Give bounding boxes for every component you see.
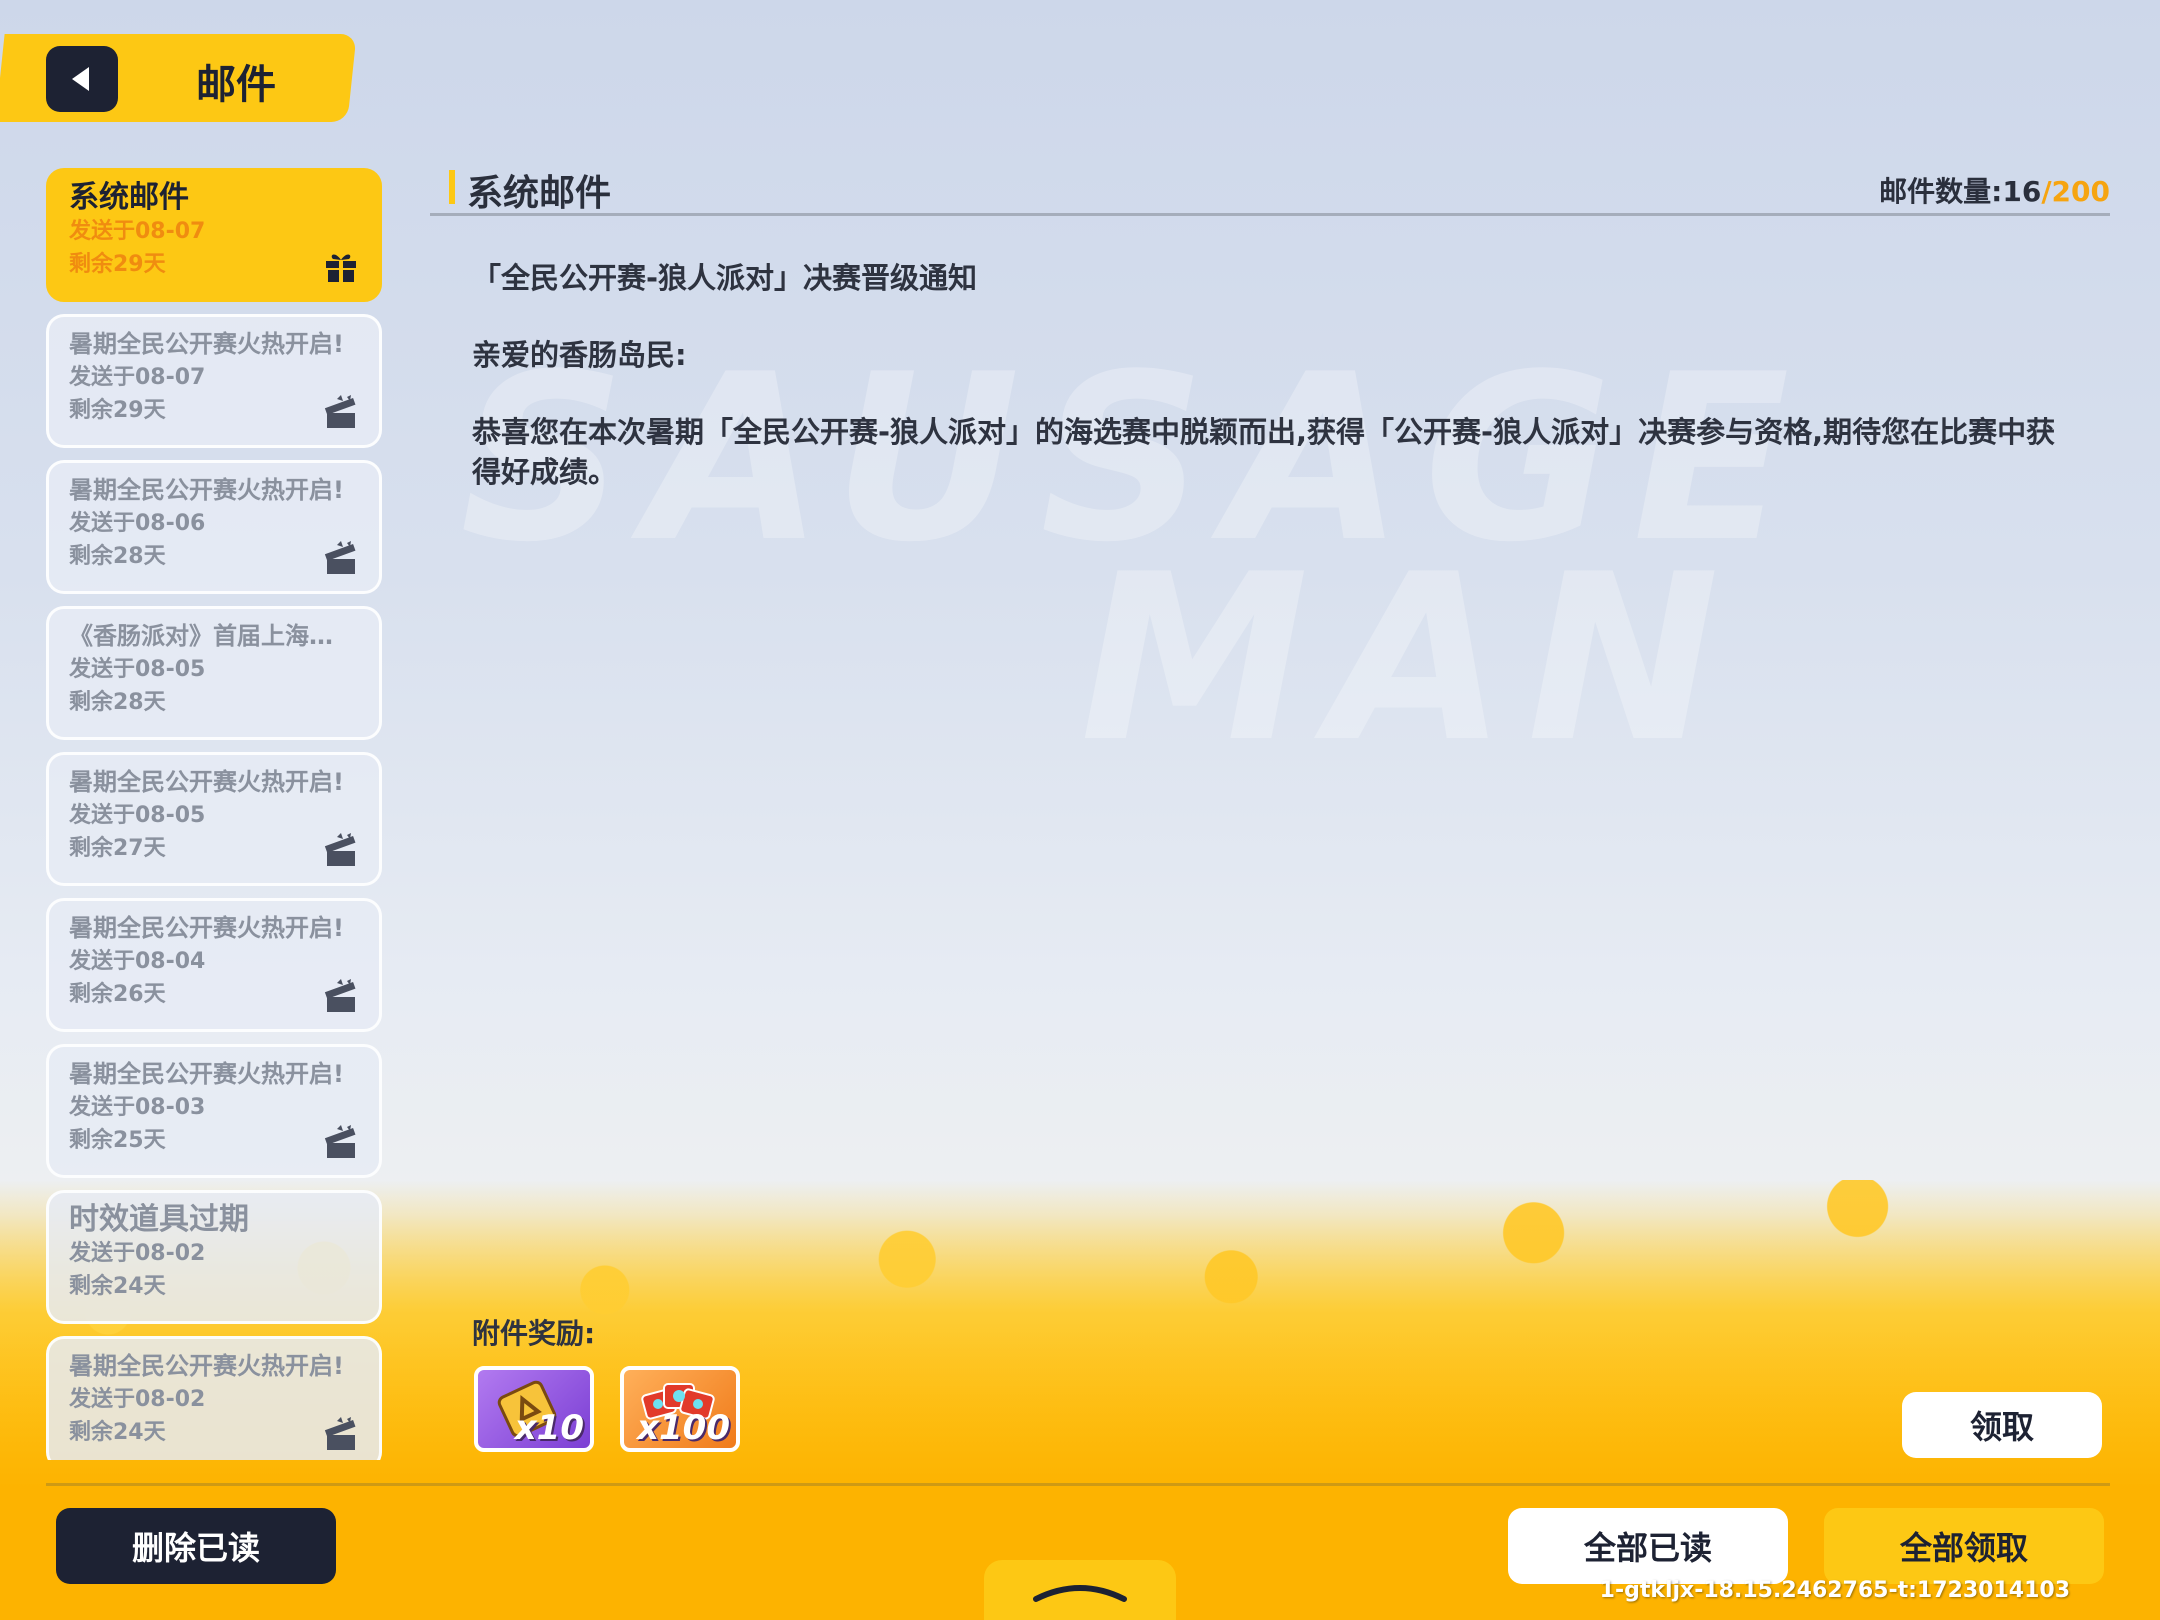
mail-list-item[interactable]: 暑期全民公开赛火热开启! 发送于08-06 剩余28天 [46, 460, 382, 594]
back-button[interactable] [46, 46, 118, 112]
watermark-line-2: MAN [1080, 526, 1740, 793]
mail-list-item[interactable]: 暑期全民公开赛火热开启! 发送于08-07 剩余29天 [46, 314, 382, 448]
mail-item-title: 时效道具过期 [69, 1203, 249, 1237]
mail-subject: 「全民公开赛-狼人派对」决赛晋级通知 [472, 261, 978, 295]
gift-opened-icon [324, 833, 356, 866]
reward-qty: x100 [637, 1408, 730, 1448]
mail-count: 邮件数量:16/200 [1879, 170, 2110, 210]
mail-item-date: 发送于08-07 [69, 365, 206, 390]
claim-button[interactable]: 领取 [1902, 1392, 2102, 1458]
mail-item-remaining: 剩余25天 [69, 1128, 166, 1153]
content-title-accent [449, 170, 455, 204]
mail-item-title: 暑期全民公开赛火热开启! [69, 768, 344, 796]
mail-item-title: 《香肠派对》首届上海… [69, 622, 333, 650]
mail-list-item[interactable]: 暑期全民公开赛火热开启! 发送于08-05 剩余27天 [46, 752, 382, 886]
mail-list-item[interactable]: 暑期全民公开赛火热开启! 发送于08-04 剩余26天 [46, 898, 382, 1032]
reward-item-ticket[interactable]: x10 [474, 1366, 594, 1452]
mail-item-date: 发送于08-06 [69, 511, 206, 536]
mail-item-date: 发送于08-07 [69, 219, 206, 244]
mail-list-item[interactable]: 《香肠派对》首届上海… 发送于08-05 剩余28天 [46, 606, 382, 740]
attachment-label: 附件奖励: [472, 1317, 596, 1350]
content-divider [430, 213, 2110, 216]
gift-opened-icon [324, 541, 356, 574]
read-all-button[interactable]: 全部已读 [1508, 1508, 1788, 1584]
mail-greeting: 亲爱的香肠岛民: [472, 338, 687, 372]
footer-divider [46, 1483, 2110, 1486]
mail-item-remaining: 剩余24天 [69, 1420, 166, 1445]
gift-opened-icon [324, 1417, 356, 1450]
expand-tab[interactable] [984, 1560, 1176, 1620]
mail-count-current: 16 [2002, 175, 2042, 208]
mail-item-remaining: 剩余24天 [69, 1274, 166, 1299]
mail-item-title: 暑期全民公开赛火热开启! [69, 914, 344, 942]
version-label: 1-gtkljx-18.15.2462765-t:1723014103 [1599, 1578, 2070, 1603]
mail-item-date: 发送于08-02 [69, 1241, 206, 1266]
mail-item-title: 暑期全民公开赛火热开启! [69, 476, 344, 504]
mail-item-date: 发送于08-03 [69, 1095, 206, 1120]
mail-item-remaining: 剩余26天 [69, 982, 166, 1007]
mail-item-date: 发送于08-02 [69, 1387, 206, 1412]
mail-item-remaining: 剩余28天 [69, 690, 166, 715]
mail-count-label: 邮件数量: [1879, 175, 2003, 208]
mail-item-remaining: 剩余28天 [69, 544, 166, 569]
mail-list-item[interactable]: 暑期全民公开赛火热开启! 发送于08-03 剩余25天 [46, 1044, 382, 1178]
mail-body: 「全民公开赛-狼人派对」决赛晋级通知 亲爱的香肠岛民: 恭喜您在本次暑期「全民公… [472, 258, 2062, 529]
mail-item-title: 系统邮件 [69, 181, 189, 215]
mail-message: 恭喜您在本次暑期「全民公开赛-狼人派对」的海选赛中脱颖而出,获得「公开赛-狼人派… [472, 415, 2056, 489]
mail-item-title: 暑期全民公开赛火热开启! [69, 330, 344, 358]
page-title: 邮件 [196, 62, 276, 108]
chevron-up-icon [1033, 1585, 1127, 1602]
reward-item-gem-cards[interactable]: x100 [620, 1366, 740, 1452]
content-title: 系统邮件 [467, 173, 612, 214]
mail-list-item[interactable]: 系统邮件发送于08-07 剩余29天 [46, 168, 382, 302]
mail-item-remaining: 剩余29天 [69, 252, 166, 277]
mail-item-title: 暑期全民公开赛火热开启! [69, 1352, 344, 1380]
back-arrow-icon [72, 67, 89, 91]
delete-read-button[interactable]: 删除已读 [56, 1508, 336, 1584]
mail-item-remaining: 剩余27天 [69, 836, 166, 861]
mail-item-remaining: 剩余29天 [69, 398, 166, 423]
mail-item-date: 发送于08-05 [69, 803, 206, 828]
mail-list-item[interactable]: 时效道具过期发送于08-02 剩余24天 [46, 1190, 382, 1324]
reward-qty: x10 [514, 1408, 584, 1448]
mail-count-max: /200 [2041, 175, 2110, 208]
gift-opened-icon [324, 979, 356, 1012]
gift-icon [326, 254, 356, 282]
mail-item-date: 发送于08-05 [69, 657, 206, 682]
gift-opened-icon [324, 395, 356, 428]
mail-list[interactable]: 系统邮件 发送于08-07 剩余29天 暑期全民公开赛火热开启! 发送于08-07 剩余2… [46, 168, 382, 1460]
mail-item-date: 发送于08-04 [69, 949, 206, 974]
mail-item-title: 暑期全民公开赛火热开启! [69, 1060, 344, 1088]
gift-opened-icon [324, 1125, 356, 1158]
claim-all-button[interactable]: 全部领取 [1824, 1508, 2104, 1584]
mail-list-item[interactable]: 暑期全民公开赛火热开启! 发送于08-02 剩余24天 [46, 1336, 382, 1460]
